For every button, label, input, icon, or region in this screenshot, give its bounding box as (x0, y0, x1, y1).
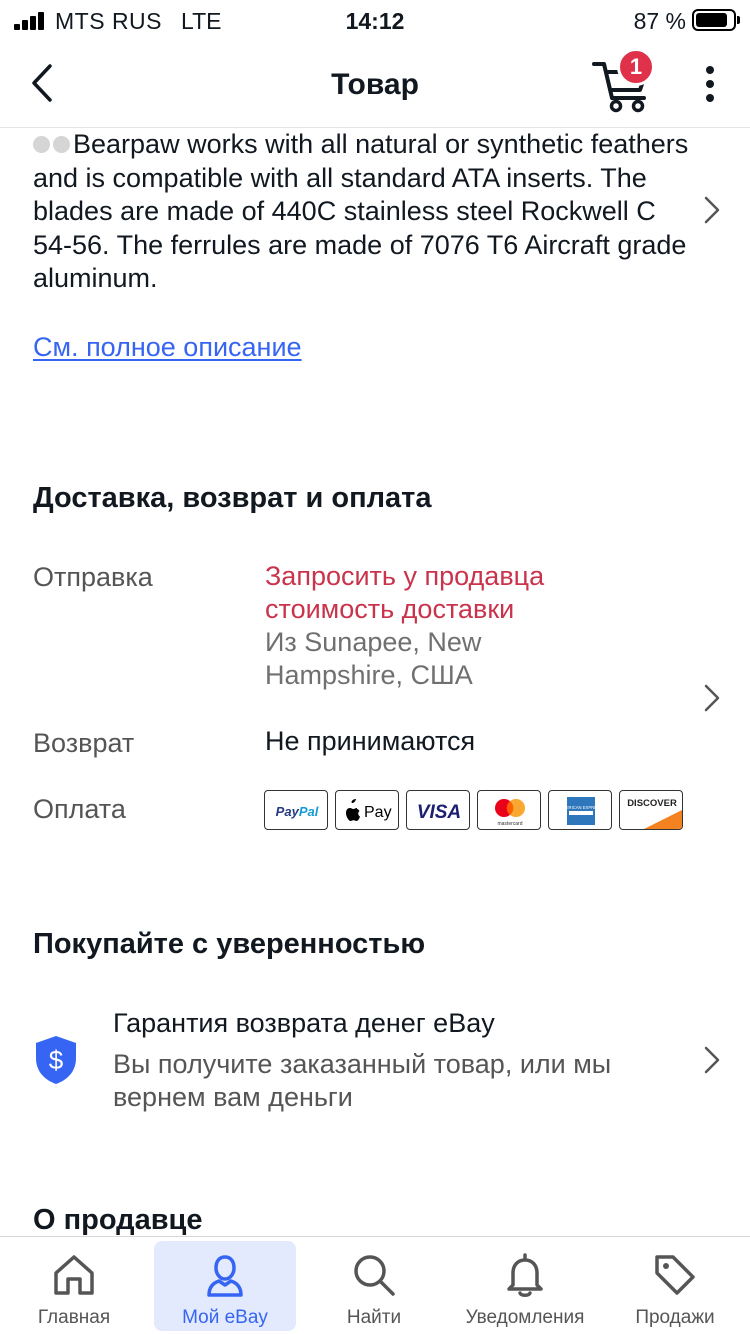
tab-home[interactable]: Главная (3, 1237, 145, 1334)
money-back-guarantee-subtitle: Вы получите заказанный товар, или мы вер… (113, 1049, 612, 1112)
paypal-text-1: Pay (276, 804, 300, 819)
tab-label: Главная (37, 1307, 111, 1328)
search-icon (354, 1255, 395, 1296)
payment-methods: PayPal Pay VISA mastercard AMERICAN EXPR… (264, 790, 694, 830)
item-content: Bearpaw works with all natural or synthe… (0, 128, 750, 1236)
battery-percentage: 87 % (633, 8, 686, 34)
ships-from-location: Из Sunapee, New Hampshire, США (265, 627, 482, 690)
visa-text: VISA (417, 802, 461, 823)
tab-label: Продажи (635, 1307, 715, 1328)
apple-pay-logo: Pay (335, 790, 399, 830)
returns-label: Возврат (33, 728, 135, 758)
discover-text: DISCOVER (627, 798, 677, 809)
money-back-guarantee-title[interactable]: Гарантия возврата денег eBay (113, 1008, 495, 1039)
tab-selling[interactable]: Продажи (604, 1237, 746, 1334)
confidence-section-title: Покупайте с уверенностью (33, 928, 426, 960)
paypal-logo: PayPal (264, 790, 328, 830)
mastercard-text: mastercard (497, 821, 522, 827)
home-icon (54, 1255, 94, 1295)
tag-icon (655, 1255, 695, 1295)
see-full-description-link[interactable]: См. полное описание (33, 332, 302, 363)
request-shipping-cost-link[interactable]: Запросить у продавца стоимость доставки (265, 560, 625, 626)
discover-logo: DISCOVER (619, 790, 683, 830)
shipping-section-title: Доставка, возврат и оплата (33, 482, 432, 514)
svg-text:PayPal: PayPal (276, 804, 319, 819)
bottom-tab-bar: Главная Мой eBay Найти Уведомления Прода… (0, 1236, 750, 1334)
description-dots (33, 136, 73, 153)
tab-notifications[interactable]: Уведомления (452, 1237, 598, 1334)
shipping-label: Отправка (33, 562, 153, 592)
tab-label: Найти (346, 1307, 402, 1328)
visa-logo: VISA (406, 790, 470, 830)
shield-dollar-icon: $ (36, 1036, 76, 1084)
american-express-logo: AMERICAN EXPRESS (548, 790, 612, 830)
more-options-button[interactable] (696, 64, 724, 104)
tab-search[interactable]: Найти (303, 1237, 445, 1334)
chevron-right-icon[interactable] (700, 192, 724, 228)
svg-text:$: $ (49, 1045, 64, 1075)
apple-pay-text: Pay (364, 804, 392, 821)
returns-value: Не принимаются (265, 726, 476, 756)
payment-label: Оплата (33, 794, 126, 824)
tab-my-ebay[interactable]: Мой eBay (154, 1237, 296, 1334)
mastercard-logo: mastercard (477, 790, 541, 830)
about-seller-title: О продавце (33, 1204, 203, 1236)
tab-label: Мой eBay (182, 1307, 268, 1328)
status-bar: MTS RUS LTE 14:12 87 % (0, 0, 750, 40)
paypal-text-2: Pal (299, 804, 319, 819)
tab-label: Уведомления (465, 1307, 585, 1328)
battery-level (696, 13, 727, 27)
user-icon (207, 1255, 243, 1297)
amex-text: AMERICAN EXPRESS (559, 805, 602, 810)
chevron-right-icon[interactable] (700, 680, 724, 716)
item-description[interactable]: Bearpaw works with all natural or synthe… (33, 128, 693, 296)
bell-icon (507, 1253, 543, 1297)
cart-count-badge: 1 (617, 48, 655, 86)
description-text: Bearpaw works with all natural or synthe… (33, 129, 689, 293)
more-vertical-icon (706, 66, 714, 102)
chevron-right-icon[interactable] (700, 1042, 724, 1078)
battery-icon (692, 9, 740, 31)
